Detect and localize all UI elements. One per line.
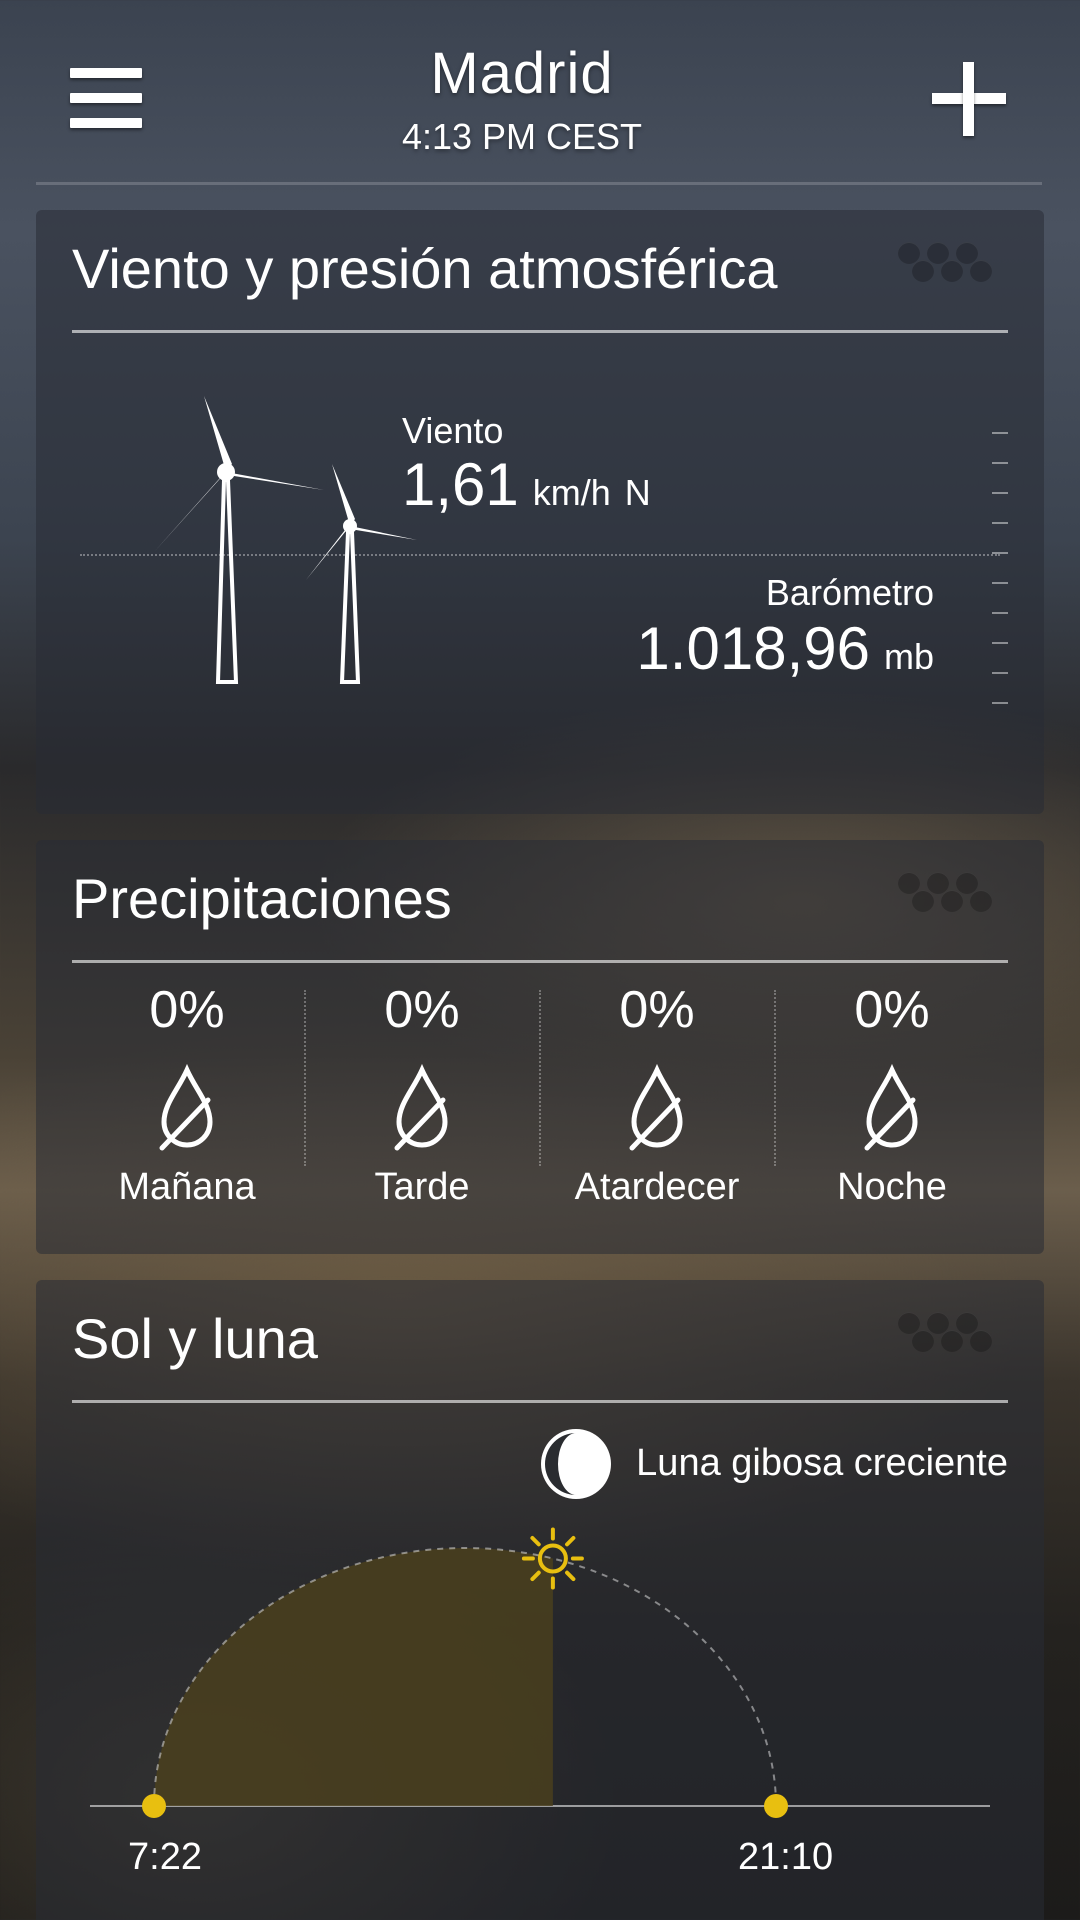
sun-ray: [565, 1570, 576, 1582]
wind-label: Viento: [402, 410, 504, 451]
precip-label: Noche: [837, 1166, 947, 1208]
sun-path-chart: [90, 1527, 990, 1818]
precipitation-card: Precipitaciones 0% Mañana 0% Tarde 0% At…: [36, 840, 1044, 1254]
card-title: Viento y presión atmosférica: [72, 237, 778, 300]
sunrise-time: 7:22: [128, 1836, 202, 1878]
wind-speed-unit: km/h: [532, 472, 611, 513]
wind-direction: N: [624, 472, 651, 513]
barometer-reading: 1.018,96 mb: [636, 614, 934, 683]
header-divider: [36, 182, 1042, 185]
pressure-scale: [992, 432, 1008, 732]
precip-percent: 0%: [149, 981, 225, 1039]
precip-percent: 0%: [854, 981, 930, 1039]
wind-pressure-card: Viento y presión atmosférica Viento 1,61: [36, 210, 1044, 814]
drag-handle-icon[interactable]: [898, 242, 1008, 288]
app-header: Madrid 4:13 PM CEST: [0, 0, 1080, 185]
city-name[interactable]: Madrid: [0, 40, 1044, 107]
precip-period: 0% Tarde: [305, 980, 539, 1220]
wind-speed: 1,61 km/h N: [402, 450, 651, 519]
title-divider: [72, 330, 1008, 333]
precip-percent: 0%: [384, 981, 460, 1039]
barometer-label: Barómetro: [765, 572, 934, 613]
precip-period: 0% Atardecer: [540, 980, 774, 1220]
precip-label: Tarde: [374, 1166, 470, 1208]
drop-slash-icon: [159, 1064, 213, 1151]
add-location-icon[interactable]: [932, 62, 1006, 136]
drop-slash-icon: [629, 1064, 683, 1151]
drag-handle-icon[interactable]: [898, 872, 1008, 918]
local-time: 4:13 PM CEST: [401, 116, 643, 157]
wind-speed-value: 1,61: [402, 451, 519, 518]
divider-dotted: [80, 554, 1000, 556]
drop-slash-icon: [864, 1064, 918, 1151]
barometer-unit: mb: [883, 636, 934, 677]
precip-period: 0% Noche: [775, 980, 1009, 1220]
sun-ray: [565, 1536, 576, 1547]
card-title: Precipitaciones: [72, 867, 452, 930]
drop-slash-icon: [394, 1064, 448, 1151]
precip-label: Atardecer: [574, 1166, 740, 1208]
wind-turbine-icon: [154, 396, 417, 684]
sun-ray: [530, 1536, 541, 1547]
sunset-marker: [764, 1794, 788, 1818]
sun-moon-card: Sol y luna Luna gibosa creciente 7:22 21…: [36, 1280, 1044, 1920]
sunrise-marker: [142, 1794, 166, 1818]
precip-period: 0% Mañana: [70, 980, 304, 1220]
sunset-time: 21:10: [738, 1836, 834, 1878]
precip-label: Mañana: [118, 1166, 256, 1208]
precip-percent: 0%: [619, 981, 695, 1039]
title-divider: [72, 960, 1008, 963]
daylight-elapsed-area: [154, 1548, 553, 1806]
barometer-value: 1.018,96: [636, 615, 870, 682]
